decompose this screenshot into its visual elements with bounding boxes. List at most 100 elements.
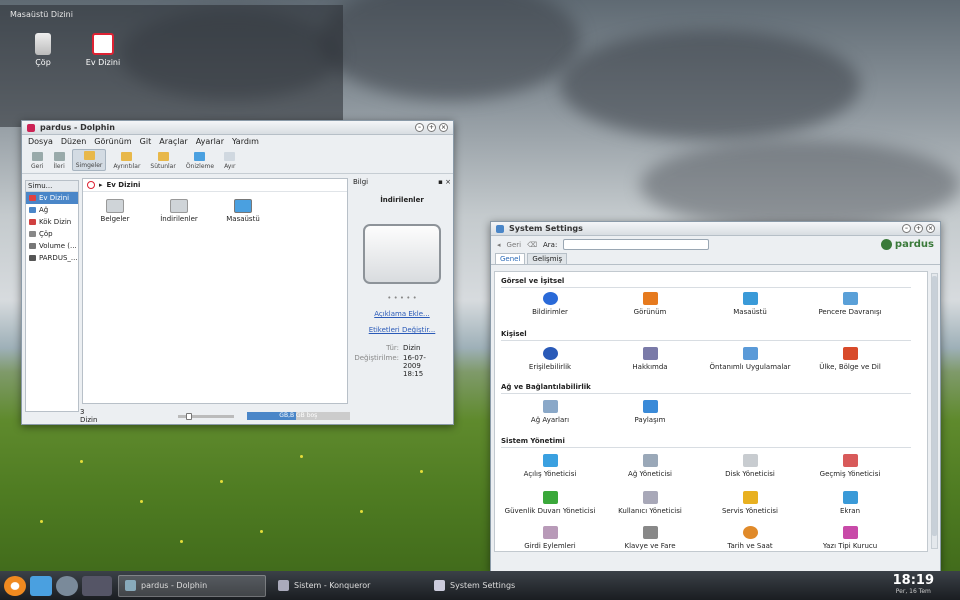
settings-scrollbar[interactable] bbox=[931, 273, 938, 549]
back-button[interactable]: Geri bbox=[28, 151, 46, 171]
preview-icon bbox=[194, 152, 206, 161]
settings-item-ag-yoneticisi[interactable]: Ağ Yöneticisi bbox=[600, 454, 700, 478]
task-dolphin[interactable]: pardus - Dolphin bbox=[118, 574, 266, 597]
settings-item-klavye[interactable]: Klavye ve Fare bbox=[600, 526, 700, 550]
digital-clock[interactable]: 18:19 Per, 16 Tem bbox=[893, 573, 934, 595]
system-settings-titlebar[interactable]: System Settings – + × bbox=[491, 222, 940, 236]
settings-item-acilis[interactable]: Açılış Yöneticisi bbox=[500, 454, 600, 478]
split-button[interactable]: Ayır bbox=[221, 151, 238, 171]
minimize-button[interactable]: – bbox=[902, 224, 911, 233]
place-home[interactable]: Ev Dizini bbox=[26, 192, 78, 204]
settings-item-disk[interactable]: Disk Yöneticisi bbox=[700, 454, 800, 478]
settings-item-tarih[interactable]: Tarih ve Saat bbox=[700, 526, 800, 550]
zoom-slider[interactable] bbox=[178, 412, 234, 420]
place-trash[interactable]: Çöp bbox=[26, 228, 78, 240]
breadcrumb-home[interactable]: Ev Dizini bbox=[107, 181, 141, 189]
desktop-folder-icon bbox=[234, 199, 252, 213]
settings-back-button[interactable]: Geri bbox=[507, 241, 522, 249]
locale-flag-icon bbox=[842, 347, 858, 360]
desktop-icon-trash[interactable]: Çöp bbox=[18, 33, 68, 67]
menu-git[interactable]: Git bbox=[140, 137, 152, 146]
network-tray-icon[interactable] bbox=[56, 575, 78, 596]
settings-item-yazitipi[interactable]: Yazı Tipi Kurucu bbox=[800, 526, 900, 550]
taskbar: pardus - Dolphin Sistem - Konqueror Syst… bbox=[0, 571, 960, 600]
folder-item[interactable]: İndirilenler bbox=[151, 199, 207, 223]
folder-item[interactable]: Belgeler bbox=[87, 199, 143, 223]
add-comment-link[interactable]: Açıklama Ekle... bbox=[353, 310, 451, 318]
settings-item-gorunum[interactable]: Görünüm bbox=[600, 292, 700, 316]
details-view-icon bbox=[121, 152, 133, 161]
section-title: Kişisel bbox=[501, 330, 527, 338]
settings-item-ekran[interactable]: Ekran bbox=[800, 491, 900, 515]
settings-item-guvenlik[interactable]: Güvenlik Duvarı Yöneticisi bbox=[500, 491, 600, 515]
root-folder-icon bbox=[29, 219, 36, 225]
menu-ayarlar[interactable]: Ayarlar bbox=[196, 137, 224, 146]
settings-task-icon bbox=[434, 580, 445, 591]
about-me-icon bbox=[642, 347, 658, 360]
columns-view-button[interactable]: Sütunlar bbox=[147, 151, 178, 171]
settings-item-ontanimli[interactable]: Öntanımlı Uygulamalar bbox=[700, 347, 800, 371]
icons-view-button[interactable]: Simgeler bbox=[71, 149, 107, 171]
settings-item-bildirimler[interactable]: Bildirimler bbox=[500, 292, 600, 316]
network-icon bbox=[29, 207, 36, 213]
clear-search-icon[interactable]: ⌫ bbox=[527, 241, 537, 249]
dolphin-titlebar[interactable]: pardus - Dolphin – + × bbox=[22, 121, 453, 135]
settings-item-ag-ayarlari[interactable]: Ağ Ayarları bbox=[500, 400, 600, 424]
settings-item-ulke[interactable]: Ülke, Bölge ve Dil bbox=[800, 347, 900, 371]
settings-tabs: Genel Gelişmiş bbox=[491, 253, 940, 265]
system-settings-title: System Settings bbox=[509, 224, 583, 233]
place-pardus[interactable]: PARDUS_... bbox=[26, 252, 78, 264]
settings-item-hakkimda[interactable]: Hakkımda bbox=[600, 347, 700, 371]
info-panel-controls[interactable]: ▪ × bbox=[438, 178, 451, 186]
details-view-button[interactable]: Ayrıntılar bbox=[110, 151, 143, 171]
close-button[interactable]: × bbox=[926, 224, 935, 233]
close-button[interactable]: × bbox=[439, 123, 448, 132]
settings-item-masaustu[interactable]: Masaüstü bbox=[700, 292, 800, 316]
settings-item-kullanici[interactable]: Kullanıcı Yöneticisi bbox=[600, 491, 700, 515]
drive-icon bbox=[29, 243, 36, 249]
desktop-folder-title: Masaüstü Dizini bbox=[10, 10, 73, 19]
menu-yardim[interactable]: Yardım bbox=[232, 137, 259, 146]
folder-item[interactable]: Masaüstü bbox=[215, 199, 271, 223]
back-arrow-icon[interactable]: ◂ bbox=[497, 241, 501, 249]
zoom-slider-handle[interactable] bbox=[186, 412, 193, 420]
preview-button[interactable]: Önizleme bbox=[183, 151, 217, 171]
pager-icon[interactable] bbox=[82, 575, 112, 596]
home-icon bbox=[92, 33, 114, 55]
clock-time: 18:19 bbox=[892, 573, 934, 588]
tab-genel[interactable]: Genel bbox=[495, 253, 526, 264]
settings-item-paylasim[interactable]: Paylaşım bbox=[600, 400, 700, 424]
place-network[interactable]: Ağ bbox=[26, 204, 78, 216]
show-desktop-icon[interactable] bbox=[30, 575, 52, 596]
tab-gelismis[interactable]: Gelişmiş bbox=[527, 253, 568, 264]
settings-item-girdi[interactable]: Girdi Eylemleri bbox=[500, 526, 600, 550]
settings-toolbar: ◂ Geri ⌫ Ara: pardus bbox=[491, 236, 940, 253]
settings-item-servis[interactable]: Servis Yöneticisi bbox=[700, 491, 800, 515]
home-icon[interactable] bbox=[87, 181, 95, 189]
task-konqueror[interactable]: Sistem - Konqueror bbox=[272, 575, 422, 597]
folder-icon bbox=[106, 199, 124, 213]
settings-search-input[interactable] bbox=[563, 239, 710, 250]
task-system-settings[interactable]: System Settings bbox=[428, 575, 578, 597]
kickoff-menu-icon[interactable] bbox=[4, 575, 26, 596]
rating-stars[interactable]: • • • • • bbox=[353, 294, 451, 302]
forward-button[interactable]: İleri bbox=[50, 151, 67, 171]
settings-item-pencere[interactable]: Pencere Davranışı bbox=[800, 292, 900, 316]
edit-tags-link[interactable]: Etiketleri Değiştir... bbox=[353, 326, 451, 334]
menu-gorunum[interactable]: Görünüm bbox=[94, 137, 131, 146]
menu-duzen[interactable]: Düzen bbox=[61, 137, 86, 146]
place-volume[interactable]: Volume (... bbox=[26, 240, 78, 252]
menu-dosya[interactable]: Dosya bbox=[28, 137, 53, 146]
settings-item-erisilebilirlik[interactable]: Erişilebilirlik bbox=[500, 347, 600, 371]
scrollbar-thumb[interactable] bbox=[932, 276, 937, 536]
maximize-button[interactable]: + bbox=[914, 224, 923, 233]
boot-manager-icon bbox=[542, 454, 558, 467]
clock-date: Per, 16 Tem bbox=[895, 588, 931, 595]
maximize-button[interactable]: + bbox=[427, 123, 436, 132]
place-root[interactable]: Kök Dizin bbox=[26, 216, 78, 228]
info-header: Bilgi bbox=[353, 178, 369, 186]
minimize-button[interactable]: – bbox=[415, 123, 424, 132]
settings-item-gecmis[interactable]: Geçmiş Yöneticisi bbox=[800, 454, 900, 478]
menu-araclar[interactable]: Araçlar bbox=[159, 137, 187, 146]
desktop-icon-home[interactable]: Ev Dizini bbox=[78, 33, 128, 67]
